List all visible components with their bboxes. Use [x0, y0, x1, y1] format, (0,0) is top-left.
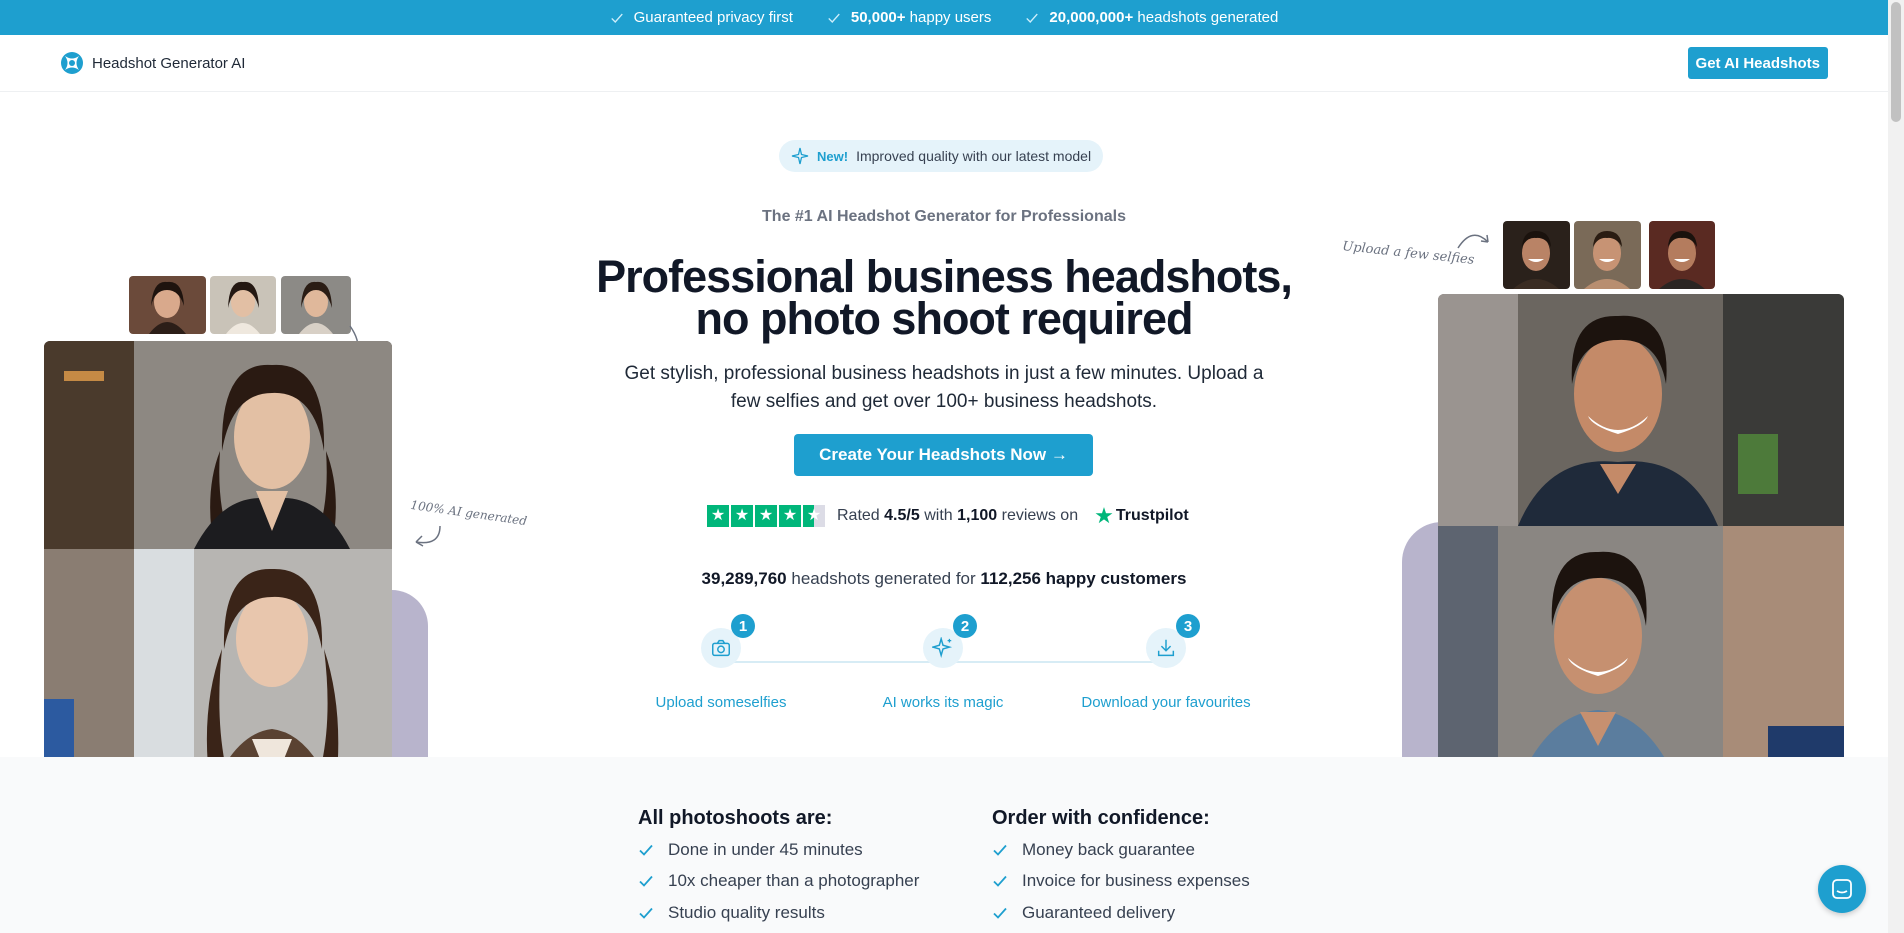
- trustpilot-rating: ★ ★ ★ ★ ★ Rated 4.5/5 with 1,100 reviews…: [707, 505, 1189, 527]
- download-icon: [1157, 639, 1175, 657]
- selfie-thumbnail: [1574, 221, 1641, 289]
- announcement-text: Guaranteed privacy first: [633, 9, 793, 26]
- features-column-photoshoots: All photoshoots are: Done in under 45 mi…: [638, 807, 919, 929]
- feature-text: Studio quality results: [668, 902, 825, 922]
- step-icon-circle: 2: [923, 614, 977, 668]
- rating-stars: ★ ★ ★ ★ ★: [707, 505, 825, 527]
- step-number: 3: [1176, 614, 1200, 638]
- star-icon: ★: [779, 505, 801, 527]
- announcement-bar: Guaranteed privacy first 50,000+ happy u…: [0, 0, 1888, 35]
- hero-section: 100% AI generated New! Improved quality …: [0, 92, 1888, 849]
- step-label: Upload someselfies: [655, 694, 787, 711]
- feature-item: Guaranteed delivery: [992, 897, 1250, 929]
- ai-headshot-photo: [44, 341, 392, 549]
- camera-icon: [712, 639, 730, 657]
- check-icon: [639, 876, 653, 888]
- check-icon: [993, 876, 1007, 888]
- step-label: AI works its magic: [882, 694, 1004, 711]
- selfie-thumbnail: [1503, 221, 1570, 289]
- rating-with: with: [924, 507, 953, 524]
- sparkle-icon: [791, 147, 809, 165]
- stats-middle: headshots generated for: [791, 569, 976, 588]
- selfie-thumbnail: [1649, 221, 1715, 289]
- feature-text: Done in under 45 minutes: [668, 839, 863, 859]
- check-icon: [828, 13, 840, 23]
- announcement-users: 50,000+ happy users: [827, 9, 992, 26]
- badge-new-label: New!: [817, 148, 849, 164]
- step-icon-circle: 1: [701, 614, 755, 668]
- scrollbar-thumb[interactable]: [1891, 2, 1901, 122]
- step-download: 3 Download your favourites: [1066, 614, 1266, 711]
- feature-item: Studio quality results: [638, 897, 919, 929]
- step-upload: 1 Upload someselfies: [621, 614, 821, 711]
- step-number: 1: [731, 614, 755, 638]
- create-headshots-button[interactable]: Create Your Headshots Now →: [794, 434, 1093, 476]
- stats-customers: 112,256 happy customers: [980, 569, 1187, 588]
- selfie-thumbnail: [129, 276, 206, 334]
- features-title: Order with confidence:: [992, 807, 1210, 829]
- feature-item: Invoice for business expenses: [992, 866, 1250, 898]
- half-star-icon: ★: [803, 505, 825, 527]
- check-icon: [639, 907, 653, 919]
- check-icon: [1026, 13, 1039, 23]
- check-icon: [610, 13, 623, 23]
- star-icon: ★: [731, 505, 753, 527]
- trustpilot-link[interactable]: ★ Trustpilot: [1094, 505, 1189, 527]
- announcement-privacy: Guaranteed privacy first: [610, 9, 793, 26]
- main-nav: Headshot Generator AI Get AI Headshots: [0, 35, 1888, 92]
- step-ai-magic: 2 AI works its magic: [843, 614, 1043, 711]
- brand-logo-icon: [61, 52, 83, 74]
- step-number: 2: [953, 614, 977, 638]
- check-icon: [993, 907, 1007, 919]
- ai-headshot-photo: [1438, 294, 1844, 526]
- chat-icon: [1832, 879, 1852, 899]
- headline-line-2: no photo shoot required: [695, 293, 1194, 344]
- feature-text: Invoice for business expenses: [1022, 871, 1250, 891]
- feature-text: 10x cheaper than a photographer: [668, 871, 920, 891]
- chat-launcher-button[interactable]: [1818, 865, 1866, 913]
- get-headshots-button[interactable]: Get AI Headshots: [1687, 47, 1828, 79]
- features-column-confidence: Order with confidence: Money back guaran…: [992, 807, 1250, 929]
- star-icon: ★: [707, 505, 729, 527]
- trustpilot-star-icon: ★: [1094, 503, 1114, 528]
- check-icon: [993, 844, 1007, 856]
- feature-item: 10x cheaper than a photographer: [638, 866, 919, 898]
- features-title: All photoshoots are:: [638, 807, 833, 829]
- badge-text: Improved quality with our latest model: [856, 148, 1092, 164]
- curved-arrow-icon: [415, 525, 441, 547]
- sparkle-icon: [932, 637, 953, 659]
- feature-text: Guaranteed delivery: [1022, 902, 1176, 922]
- hero-subtitle: Get stylish, professional business heads…: [624, 363, 1264, 412]
- stats-headshots: 39,289,760: [701, 569, 787, 588]
- rating-score: 4.5/5: [884, 507, 920, 524]
- rating-prefix: Rated: [837, 507, 880, 524]
- rating-count: 1,100: [957, 507, 998, 524]
- check-icon: [639, 844, 653, 856]
- announcement-bold: 20,000,000+: [1049, 9, 1134, 26]
- announcement-text: headshots generated: [1133, 9, 1279, 26]
- brand-name: Headshot Generator AI: [92, 54, 246, 72]
- curved-arrow-icon: [1457, 234, 1489, 249]
- step-label: Download your favourites: [1081, 694, 1251, 711]
- page-scrollbar[interactable]: [1888, 0, 1904, 933]
- brand-logo-link[interactable]: Headshot Generator AI: [60, 51, 245, 75]
- feature-item: Done in under 45 minutes: [638, 834, 919, 866]
- announcement-text: happy users: [905, 9, 992, 26]
- rating-suffix: reviews on: [1001, 507, 1079, 524]
- hero-headline: Professional business headshots, no phot…: [560, 254, 1328, 341]
- trustpilot-label: Trustpilot: [1115, 507, 1189, 524]
- feature-text: Money back guarantee: [1022, 839, 1195, 859]
- feature-item: Money back guarantee: [992, 834, 1250, 866]
- new-model-badge: New! Improved quality with our latest mo…: [779, 140, 1104, 172]
- star-icon: ★: [755, 505, 777, 527]
- announcement-headshots: 20,000,000+ headshots generated: [1025, 9, 1278, 26]
- announcement-bold: 50,000+: [850, 9, 906, 26]
- features-section: All photoshoots are: Done in under 45 mi…: [0, 757, 1888, 933]
- step-icon-circle: 3: [1146, 614, 1200, 668]
- selfie-thumbnail: [210, 276, 276, 334]
